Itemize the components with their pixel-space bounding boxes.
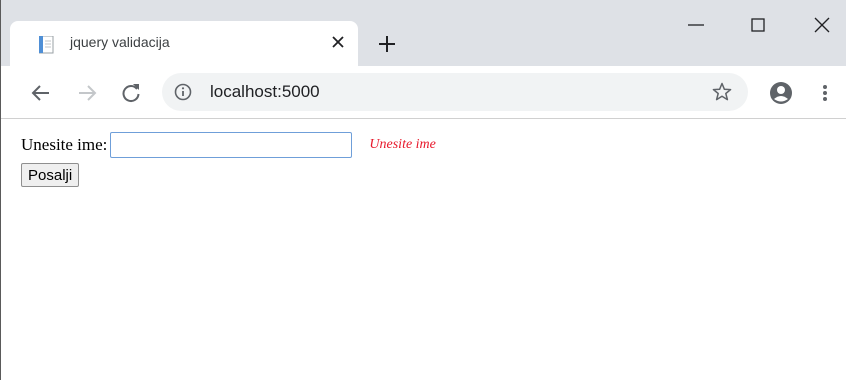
forward-arrow-icon[interactable] [74,80,100,106]
url-text: localhost:5000 [210,82,320,101]
maximize-icon[interactable] [747,14,769,36]
reload-icon[interactable] [118,80,144,106]
back-arrow-icon[interactable] [28,80,54,106]
bookmark-star-icon[interactable] [711,81,733,103]
validation-error: Unesite ime [369,137,436,152]
close-window-icon[interactable] [811,14,833,36]
new-tab-icon[interactable] [376,33,398,55]
tab-strip: jquery validacija [1,0,846,66]
address-bar[interactable]: localhost:5000 [162,73,748,111]
tab-active[interactable]: jquery validacija [10,21,358,66]
menu-kebab-icon[interactable] [812,80,838,106]
browser-toolbar: localhost:5000 [1,66,846,119]
browser-window: jquery validacija localhost:5000 Unesite… [0,0,846,380]
close-tab-icon[interactable] [328,32,348,52]
minimize-icon[interactable] [685,14,707,36]
name-label: Unesite ime: [21,135,108,154]
submit-button[interactable]: Posalji [21,163,80,187]
page-content: Unesite ime: Unesite ime Posalji [2,120,846,380]
name-input[interactable] [110,132,353,158]
name-form-row: Unesite ime: Unesite ime [21,132,436,158]
profile-avatar-icon[interactable] [768,80,794,106]
page-favicon-icon [39,36,54,54]
site-info-icon[interactable] [174,83,192,101]
tab-title: jquery validacija [70,34,170,50]
